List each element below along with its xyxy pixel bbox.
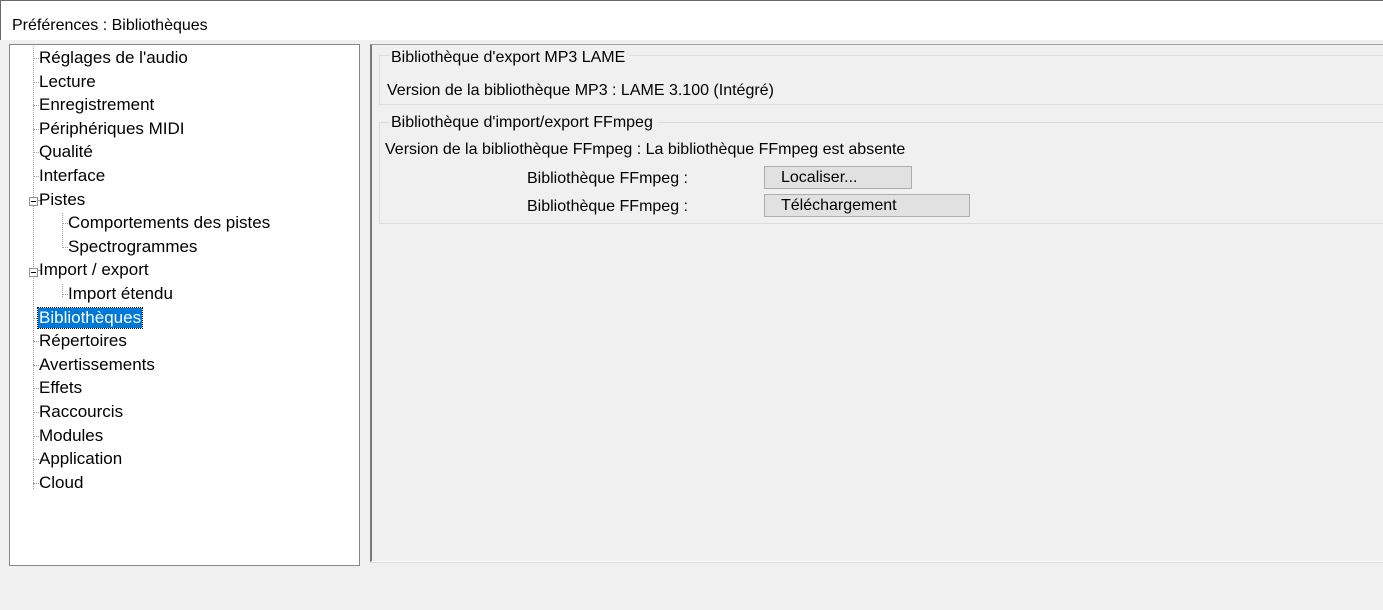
tree-item-modules[interactable]: Modules (38, 424, 104, 448)
tree-item-comportements-des-pistes[interactable]: Comportements des pistes (67, 211, 271, 235)
tree-item-peripheriques-midi[interactable]: Périphériques MIDI (38, 117, 186, 141)
preferences-window: Préférences : Bibliothèques Réglages de … (0, 0, 1383, 610)
tree-item-label: Application (39, 449, 123, 469)
tree-item-lecture[interactable]: Lecture (38, 70, 97, 94)
tree-item-label: Bibliothèques (36, 306, 144, 329)
tree-item-reglages-de-l-audio[interactable]: Réglages de l'audio (38, 46, 189, 70)
tree-item-effets[interactable]: Effets (38, 376, 83, 400)
tree-item-import-export[interactable]: Import / export (38, 258, 150, 282)
tree-item-label: Interface (39, 166, 106, 185)
tree-item-label: Comportements des pistes (68, 213, 271, 233)
locate-button[interactable]: Localiser... (764, 166, 912, 189)
tree-item-enregistrement[interactable]: Enregistrement (38, 93, 155, 117)
tree-item-label: Avertissements (39, 354, 155, 374)
libraries-panel: Bibliothèque d'export MP3 LAME Version d… (370, 44, 1383, 562)
tree-item-label: Lecture (39, 71, 96, 91)
tree-item-label: Pistes (39, 189, 86, 209)
ffmpeg-group-caption: Bibliothèque d'import/export FFmpeg (389, 113, 657, 133)
tree-item-pistes[interactable]: Pistes (38, 188, 86, 212)
title-bar: Préférences : Bibliothèques (0, 0, 1383, 40)
tree-item-bibliotheques[interactable]: Bibliothèques (36, 306, 144, 330)
tree-item-cloud[interactable]: Cloud (38, 471, 84, 495)
import-export-collapse-icon[interactable] (29, 268, 38, 277)
tree-item-label: Import / export (39, 260, 149, 280)
tree-item-avertissements[interactable]: Avertissements (38, 353, 156, 377)
tree-item-spectrogrammes[interactable]: Spectrogrammes (67, 235, 198, 259)
ffmpeg-locate-label: Bibliothèque FFmpeg : (527, 170, 688, 187)
tree-item-label: Import étendu (68, 284, 173, 303)
tree-item-repertoires[interactable]: Répertoires (38, 329, 128, 353)
tree-item-label: Raccourcis (39, 402, 124, 421)
tree-root-connector (33, 45, 34, 489)
mp3-group-caption: Bibliothèque d'export MP3 LAME (389, 48, 630, 68)
panel-bottom-divider (370, 562, 1383, 563)
tree-item-import-etendu[interactable]: Import étendu (67, 282, 174, 306)
tree-item-qualite[interactable]: Qualité (38, 140, 94, 164)
window-title: Préférences : Bibliothèques (12, 17, 208, 34)
mp3-version-text: Version de la bibliothèque MP3 : LAME 3.… (387, 82, 774, 99)
tree-item-label: Modules (39, 425, 104, 445)
tree-item-label: Cloud (39, 472, 84, 492)
download-button[interactable]: Téléchargement (764, 194, 970, 217)
preferences-tree[interactable]: Réglages de l'audio Lecture Enregistrement… (9, 44, 360, 566)
tree-item-application[interactable]: Application (38, 447, 123, 471)
tree-item-label: Effets (39, 378, 83, 398)
tree-item-raccourcis[interactable]: Raccourcis (38, 400, 124, 424)
tree-item-label: Réglages de l'audio (39, 48, 188, 67)
tree-item-label: Qualité (39, 142, 93, 162)
ffmpeg-download-label: Bibliothèque FFmpeg : (527, 198, 688, 215)
tree-item-label: Spectrogrammes (68, 236, 198, 256)
tree-item-interface[interactable]: Interface (38, 164, 106, 188)
tree-item-label: Enregistrement (39, 95, 155, 115)
pistes-collapse-icon[interactable] (29, 197, 38, 206)
tree-import-connector (62, 284, 63, 297)
tree-item-label: Répertoires (39, 331, 127, 351)
tree-pistes-connector (62, 213, 63, 248)
ffmpeg-version-text: Version de la bibliothèque FFmpeg : La b… (385, 141, 906, 158)
tree-item-label: Périphériques MIDI (39, 118, 185, 138)
